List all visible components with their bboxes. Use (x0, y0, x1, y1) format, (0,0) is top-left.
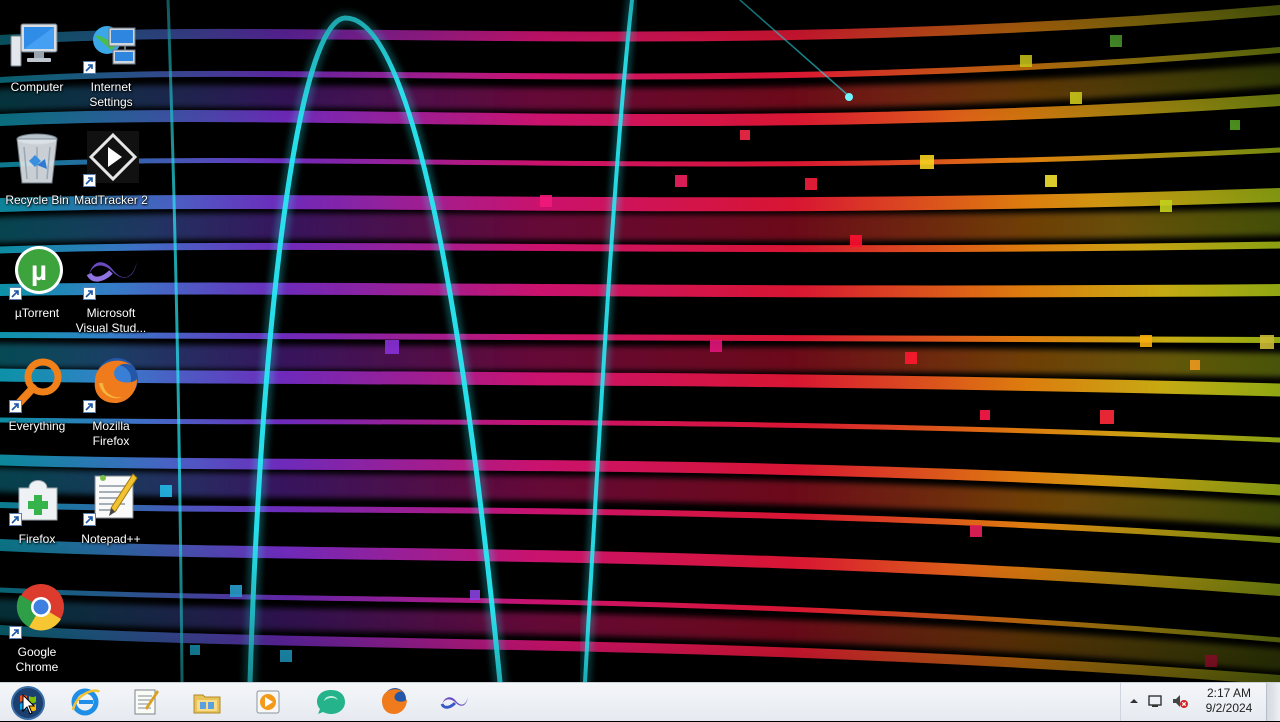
clock[interactable]: 2:17 AM 9/2/2024 (1196, 686, 1262, 716)
shortcut-arrow-icon (83, 400, 96, 413)
computer-icon (7, 16, 67, 76)
desktop-icon-mozilla-firefox[interactable]: Mozilla Firefox (74, 351, 148, 459)
chat-bubble-icon (317, 690, 345, 714)
notepad-icon (134, 689, 159, 715)
desktop-icon-visual-studio[interactable]: Microsoft Visual Stud... (74, 238, 148, 346)
visual-studio-icon (440, 697, 468, 709)
shortcut-arrow-icon (9, 400, 22, 413)
icon-label: Microsoft Visual Stud... (75, 306, 147, 335)
show-hidden-icons-chevron[interactable] (1125, 692, 1143, 710)
firefox-icon (81, 355, 141, 415)
show-desktop-button[interactable] (1266, 683, 1280, 721)
internet-settings-icon (81, 16, 141, 76)
taskbar-internet-explorer[interactable] (55, 684, 115, 720)
taskbar-media-player[interactable] (238, 684, 298, 720)
icon-label: Recycle Bin (5, 193, 69, 207)
taskbar-chat[interactable] (301, 684, 361, 720)
taskbar-windows-explorer[interactable] (177, 684, 237, 720)
utorrent-icon: µ (7, 242, 67, 302)
media-player-icon (256, 690, 280, 714)
shortcut-arrow-icon (9, 287, 22, 300)
desktop-icon-recycle-bin[interactable]: Recycle Bin (0, 125, 74, 233)
chrome-icon (7, 581, 67, 641)
volume-muted-icon[interactable] (1171, 692, 1189, 710)
folder-icon (193, 694, 221, 714)
desktop-icon-google-chrome[interactable]: Google Chrome (0, 577, 74, 685)
mouse-pointer-icon (22, 693, 36, 716)
desktop-icon-everything[interactable]: Everything (0, 351, 74, 459)
notepad-plus-plus-icon (81, 468, 141, 528)
shortcut-arrow-icon (83, 61, 96, 74)
shortcut-arrow-icon (9, 626, 22, 639)
taskbar: 2:17 AM 9/2/2024 (0, 682, 1280, 721)
icon-label: Mozilla Firefox (92, 419, 130, 448)
icon-label: Computer (10, 80, 64, 94)
icon-label: µTorrent (14, 306, 60, 320)
internet-explorer-icon (71, 688, 101, 716)
clock-date: 9/2/2024 (1205, 701, 1253, 715)
shortcut-arrow-icon (83, 287, 96, 300)
taskbar-visual-studio[interactable] (425, 684, 485, 720)
svg-text:µ: µ (31, 255, 47, 286)
desktop-icon-firefox-portable[interactable]: Firefox (0, 464, 74, 572)
recycle-bin-icon (7, 129, 67, 189)
icon-label: Google Chrome (15, 645, 59, 674)
icon-label: Firefox (18, 532, 56, 546)
clock-time: 2:17 AM (1206, 686, 1252, 700)
madtracker-icon (81, 129, 141, 189)
action-center-flag-icon[interactable] (1146, 692, 1164, 710)
shortcut-arrow-icon (83, 513, 96, 526)
desktop-icon-madtracker[interactable]: MadTracker 2 (74, 125, 148, 233)
desktop-icon-notepad-plus-plus[interactable]: Notepad++ (74, 464, 148, 572)
firefox-icon (382, 688, 407, 714)
desktop-icon-computer[interactable]: Computer (0, 12, 74, 120)
visual-studio-icon (81, 242, 141, 302)
desktop-icon-utorrent[interactable]: µ µTorrent (0, 238, 74, 346)
shortcut-arrow-icon (83, 174, 96, 187)
everything-search-icon (7, 355, 67, 415)
desktop-wallpaper (0, 0, 1280, 682)
icon-label: Notepad++ (81, 532, 141, 546)
shortcut-arrow-icon (9, 513, 22, 526)
desktop-icon-internet-settings[interactable]: Internet Settings (74, 12, 148, 120)
firefox-portable-icon (7, 468, 67, 528)
icon-label: MadTracker 2 (74, 193, 148, 207)
icon-label: Internet Settings (89, 80, 133, 109)
taskbar-firefox[interactable] (363, 684, 423, 720)
icon-label: Everything (8, 419, 66, 433)
taskbar-notepad[interactable] (115, 684, 175, 720)
